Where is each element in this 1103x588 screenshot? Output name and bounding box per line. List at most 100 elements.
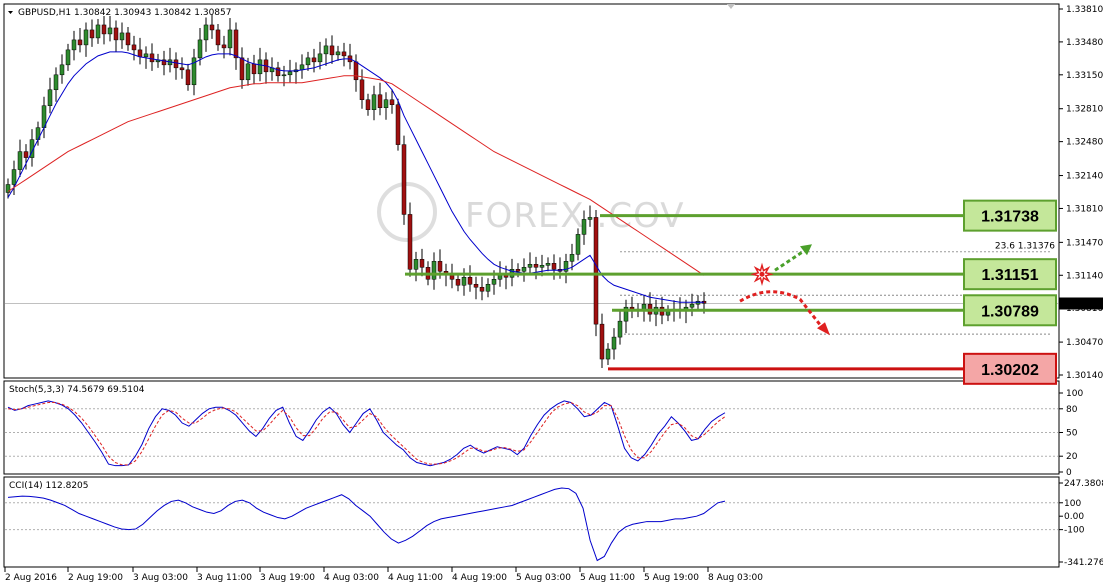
price-axis-label: 1.32140	[1066, 172, 1103, 182]
candle-body	[533, 264, 539, 268]
stoch-axis-label: 20	[1066, 452, 1078, 462]
candle-body	[233, 29, 239, 59]
candle-body	[17, 151, 23, 170]
candle-body	[341, 51, 347, 57]
time-axis-label: 3 Aug 11:00	[197, 573, 252, 583]
price-axis-label: 1.31140	[1066, 271, 1103, 281]
price-axis-label: 1.31470	[1066, 238, 1103, 248]
level-label: 1.30202	[981, 362, 1039, 379]
candle-body	[377, 94, 383, 108]
stoch-axis-label: 50	[1066, 429, 1078, 439]
candle-body	[617, 320, 623, 338]
candle-body	[521, 267, 527, 272]
stoch-axis-label: 80	[1066, 405, 1078, 415]
stoch-axis-label: 0	[1066, 468, 1072, 478]
candle-body	[107, 27, 113, 35]
candle-body	[65, 49, 71, 66]
forex-chart: FOREX .COV23.6 1.313761.317381.311511.30…	[3, 3, 1103, 583]
candle-body	[539, 265, 545, 268]
candle-body	[251, 63, 257, 75]
time-axis-label: 3 Aug 19:00	[260, 573, 315, 583]
candle-body	[419, 259, 425, 268]
candle-body	[551, 263, 557, 270]
time-axis-label: 2 Aug 19:00	[68, 573, 123, 583]
candle-body	[287, 71, 293, 76]
level-label: 1.30789	[981, 303, 1039, 320]
stoch-panel-frame	[3, 380, 1060, 475]
candle-body	[605, 348, 611, 360]
level-label: 1.31738	[981, 209, 1039, 226]
candle-body	[479, 286, 485, 292]
time-axis-label: 2 Aug 2016	[5, 573, 57, 583]
cci-axis-label: 247.3808	[1064, 479, 1103, 489]
candle-body	[323, 45, 329, 55]
cci-axis-label: -341.2768	[1064, 558, 1103, 568]
candle-body	[485, 283, 491, 292]
candle-body	[389, 99, 395, 105]
candle-body	[95, 24, 101, 39]
candle-body	[137, 49, 143, 58]
candle-body	[185, 69, 191, 86]
price-axis-label: 1.30140	[1066, 371, 1103, 381]
candle-body	[77, 39, 83, 46]
candle-body	[359, 79, 365, 100]
level-label: 1.31151	[982, 267, 1039, 284]
candle-body	[599, 323, 605, 360]
candle-body	[125, 32, 131, 46]
candle-body	[209, 24, 215, 31]
candle-body	[59, 64, 65, 76]
candle-body	[371, 94, 377, 110]
candle-body	[455, 279, 461, 286]
candle-body	[581, 219, 587, 235]
stoch-panel-title: Stoch(5,3,3) 74.5679 69.5104	[9, 385, 145, 395]
candle-body	[47, 89, 53, 106]
candle-body	[203, 24, 209, 41]
candle-body	[593, 217, 599, 325]
candle-body	[413, 259, 419, 270]
candle-body	[689, 303, 695, 308]
cci-axis-label: 0.00	[1064, 512, 1084, 522]
candle-body	[257, 59, 263, 75]
price-axis-label: 1.33150	[1066, 71, 1103, 81]
candle-body	[569, 254, 575, 262]
cci-axis-label: -100	[1064, 526, 1085, 536]
candle-body	[227, 29, 233, 49]
candle-body	[515, 269, 521, 272]
candle-body	[575, 234, 581, 255]
candle-body	[383, 99, 389, 108]
candle-body	[197, 39, 203, 59]
candle-body	[83, 29, 89, 46]
candle-body	[173, 59, 179, 69]
candle-body	[299, 64, 305, 71]
candle-body	[473, 283, 479, 288]
cci-axis-label: 100	[1064, 499, 1081, 509]
candle-body	[437, 261, 443, 272]
candle-body	[113, 27, 119, 41]
current-price-label: 1.30857	[1062, 299, 1099, 309]
candle-body	[131, 44, 137, 51]
candle-body	[353, 61, 359, 81]
price-axis-label: 1.32810	[1066, 105, 1103, 115]
candle-body	[335, 51, 341, 56]
price-axis-label: 1.33480	[1066, 38, 1103, 48]
candle-body	[11, 169, 17, 185]
time-axis-label: 5 Aug 11:00	[580, 573, 635, 583]
time-axis-label: 4 Aug 19:00	[452, 573, 507, 583]
candle-body	[461, 277, 467, 286]
stoch-axis-label: 100	[1066, 389, 1083, 399]
candle-body	[311, 57, 317, 63]
cci-panel-frame	[3, 476, 1060, 568]
candle-body	[365, 99, 371, 110]
candle-body	[329, 45, 335, 56]
fib-level-label: 23.6 1.31376	[995, 242, 1055, 252]
candle-body	[71, 39, 77, 51]
price-axis-label: 1.31810	[1066, 204, 1103, 214]
time-axis-label: 8 Aug 03:00	[708, 573, 763, 583]
time-axis-label: 5 Aug 19:00	[644, 573, 699, 583]
candle-body	[545, 263, 551, 266]
candle-body	[149, 53, 155, 63]
candle-body	[179, 67, 185, 71]
candle-body	[101, 24, 107, 35]
price-axis-label: 1.32480	[1066, 138, 1103, 148]
candle-body	[305, 57, 311, 66]
